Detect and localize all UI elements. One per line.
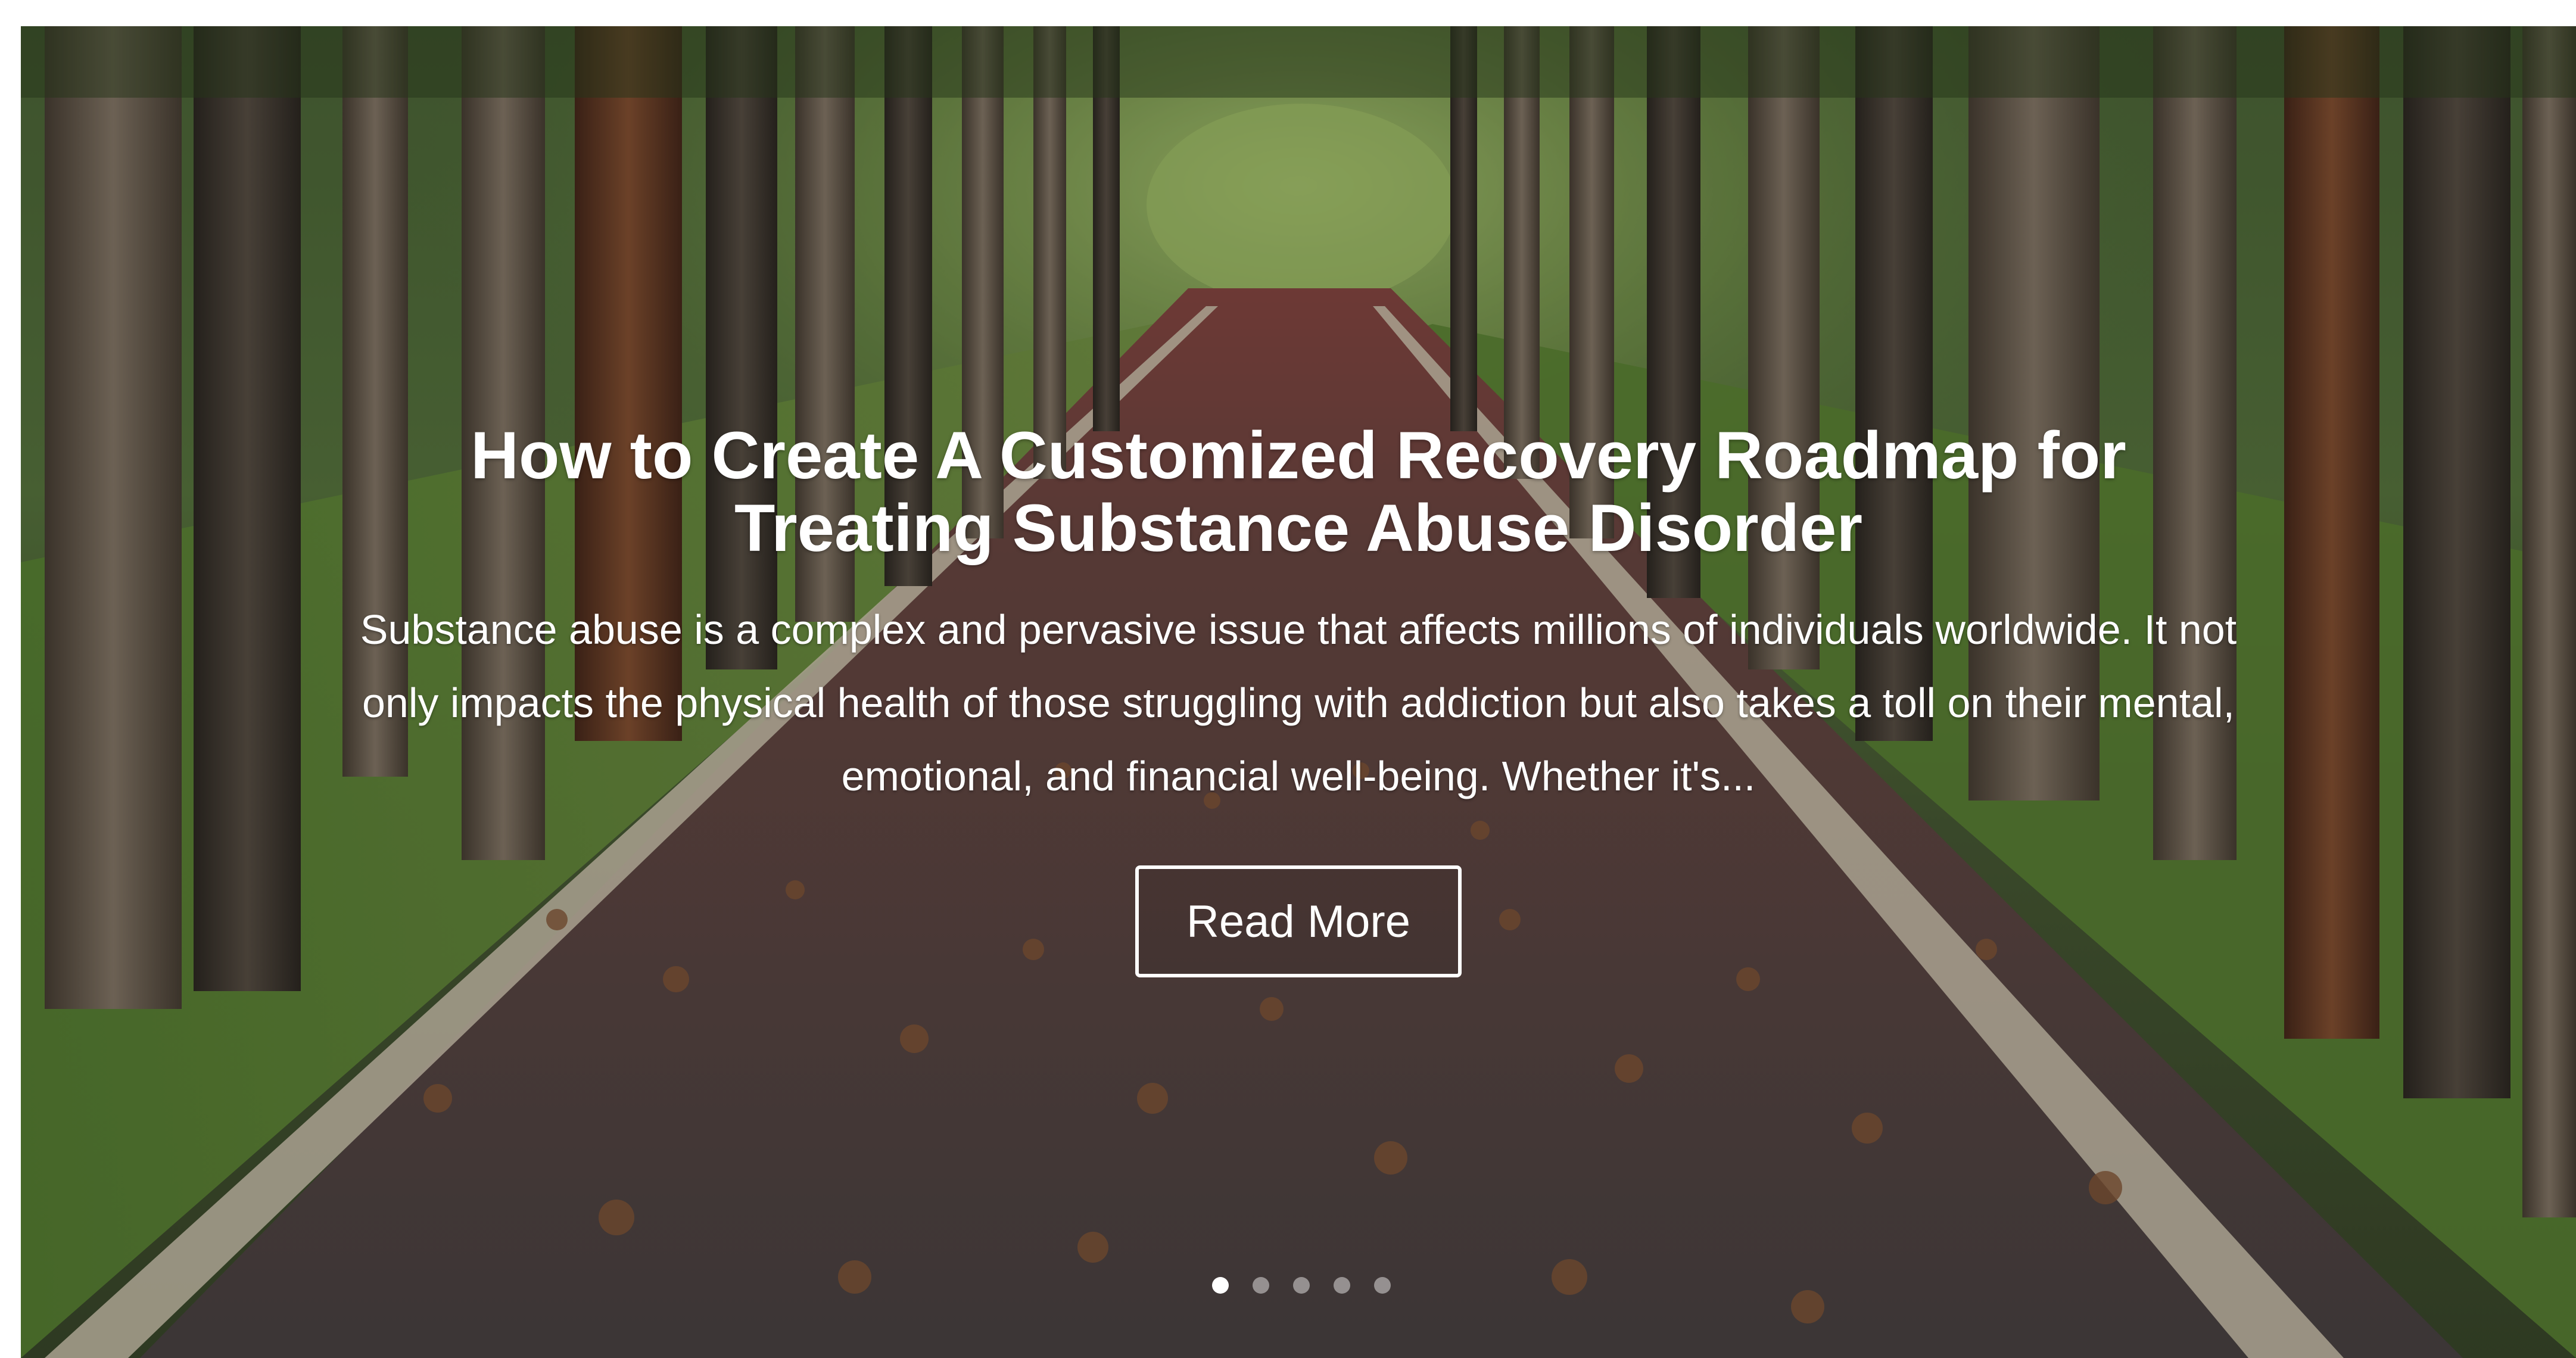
read-more-button[interactable]: Read More [1135,865,1462,977]
slide-caption: How to Create A Customized Recovery Road… [21,419,2576,977]
pagination-dot-4[interactable] [1334,1277,1350,1294]
slide-excerpt: Substance abuse is a complex and pervasi… [360,606,2237,799]
slide-title[interactable]: How to Create A Customized Recovery Road… [375,419,2222,565]
pagination-dot-3[interactable] [1293,1277,1310,1294]
pagination-dot-1[interactable] [1212,1277,1229,1294]
hero-slider: How to Create A Customized Recovery Road… [21,26,2576,1358]
slider-pagination [24,1277,2576,1294]
pagination-dot-5[interactable] [1374,1277,1391,1294]
pagination-dot-2[interactable] [1253,1277,1269,1294]
